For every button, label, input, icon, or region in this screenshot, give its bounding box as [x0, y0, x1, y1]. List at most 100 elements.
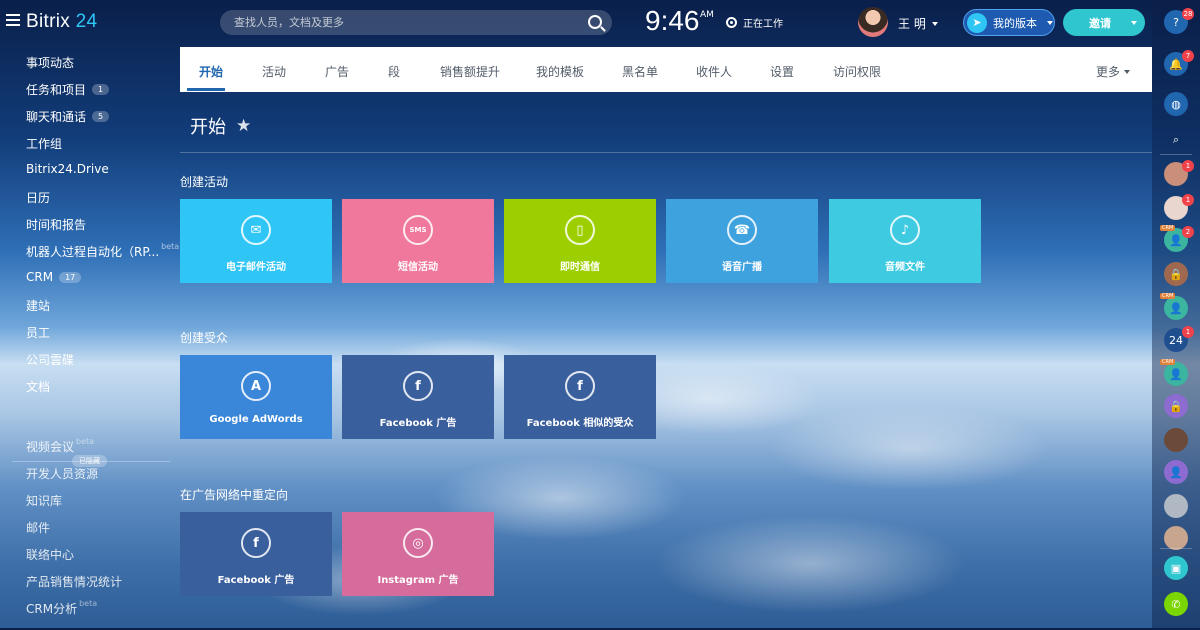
user-name: 王 明 — [898, 17, 926, 31]
adwords-icon: A — [241, 371, 271, 401]
contact-avatar[interactable] — [1164, 526, 1188, 550]
user-menu[interactable]: 王 明 — [898, 15, 938, 32]
contact-center-icon[interactable]: ▣ — [1164, 556, 1188, 580]
sidebar-item-label: 机器人过程自动化（RP... — [26, 245, 160, 259]
sidebar-item-label: 联络中心 — [26, 548, 75, 562]
sidebar-item-label: 产品销售情况统计 — [26, 575, 123, 589]
search-icon[interactable] — [588, 15, 602, 29]
sidebar-item[interactable]: 任务和项目 1 — [26, 81, 110, 98]
tab-item[interactable]: 段 — [388, 63, 400, 80]
search-icon[interactable]: ⌕ — [1164, 128, 1188, 152]
tile-label: Facebook 相似的受众 — [526, 418, 634, 429]
sidebar-item[interactable]: 时间和报告 — [26, 216, 86, 233]
lock-icon[interactable]: 🔒 — [1164, 262, 1188, 286]
tab-more[interactable]: 更多 — [1096, 63, 1130, 80]
tab-item[interactable]: 黑名单 — [622, 63, 658, 80]
facebook-icon: f — [241, 528, 271, 558]
tile-label: Instagram 广告 — [377, 575, 459, 586]
action-tile[interactable]: f Facebook 相似的受众 — [504, 355, 656, 439]
sidebar-item-label: 邮件 — [26, 521, 51, 535]
invite-button[interactable]: 邀请 — [1063, 9, 1145, 36]
action-tile[interactable]: ▯ 即时通信 — [504, 199, 656, 283]
tab-item[interactable]: 销售额提升 — [440, 63, 500, 80]
sidebar-item[interactable]: CRM 17 — [26, 270, 82, 284]
tile-label: 短信活动 — [398, 262, 438, 273]
tab-item[interactable]: 收件人 — [696, 63, 732, 80]
clock-ampm: AM — [700, 10, 714, 20]
tab-item[interactable]: 我的模板 — [536, 63, 584, 80]
action-tile[interactable]: ◎ Instagram 广告 — [342, 512, 494, 596]
sidebar-item[interactable]: Bitrix24.Drive — [26, 162, 109, 176]
sidebar-item-counter: 1 — [92, 84, 110, 95]
unread-badge: 7 — [1182, 50, 1194, 62]
sidebar-item[interactable]: 日历 — [26, 189, 50, 206]
sidebar-item-label: 时间和报告 — [26, 218, 87, 232]
action-tile[interactable]: A Google AdWords — [180, 355, 332, 439]
audio-icon: ♪ — [890, 215, 920, 245]
my-plan-button[interactable]: ➤ 我的版本 — [963, 9, 1055, 36]
action-tile[interactable]: ✉ 电子邮件活动 — [180, 199, 332, 283]
sidebar-item[interactable]: 机器人过程自动化（RP... beta — [26, 242, 180, 260]
divider — [180, 152, 1152, 153]
tab-item[interactable]: 访问权限 — [833, 63, 881, 80]
sidebar-item[interactable]: 文档 — [26, 378, 50, 395]
sidebar-item[interactable]: 聊天和通话 5 — [26, 108, 110, 125]
sidebar-hidden-item[interactable]: 联络中心 — [26, 546, 74, 563]
sidebar-hidden-item[interactable]: 邮件 — [26, 519, 50, 536]
user-avatar[interactable] — [858, 7, 888, 37]
star-icon[interactable]: ★ — [236, 116, 251, 136]
sidebar-item[interactable]: 公司雲碟 — [26, 351, 74, 368]
unread-badge: 1 — [1182, 326, 1194, 338]
search-box[interactable] — [220, 10, 612, 35]
action-tile[interactable]: ☎ 语音广播 — [666, 199, 818, 283]
section-title: 创建活动 — [180, 175, 229, 189]
tab-item[interactable]: 开始 — [199, 63, 223, 80]
menu-toggle-icon[interactable] — [6, 14, 20, 26]
sidebar-item[interactable]: 工作组 — [26, 135, 62, 152]
active-tab-indicator — [187, 88, 225, 91]
logo[interactable]: Bitrix 24 — [26, 11, 97, 33]
work-status-label: 正在工作 — [743, 19, 783, 30]
sidebar-hidden-item[interactable]: 开发人员资源 — [26, 465, 98, 482]
user-icon[interactable]: 👤 — [1164, 460, 1188, 484]
action-tile[interactable]: f Facebook 广告 — [180, 512, 332, 596]
chevron-down-icon[interactable] — [1131, 20, 1137, 25]
sidebar-item-counter: 5 — [92, 111, 110, 122]
unread-badge: 1 — [1182, 194, 1194, 206]
action-tile[interactable]: f Facebook 广告 — [342, 355, 494, 439]
unread-badge: 28 — [1182, 8, 1194, 20]
beta-badge: beta — [76, 437, 95, 446]
tab-item[interactable]: 活动 — [262, 63, 286, 80]
lock-icon[interactable]: 🔒 — [1164, 394, 1188, 418]
chevron-down-icon — [931, 21, 938, 26]
tab-item[interactable]: 设置 — [770, 63, 794, 80]
tile-label: Google AdWords — [209, 414, 303, 425]
contact-avatar[interactable] — [1164, 494, 1188, 518]
contact-avatar[interactable] — [1164, 428, 1188, 452]
contact-avatar[interactable]: 👤 — [1164, 296, 1188, 320]
tab-more-label: 更多 — [1095, 65, 1120, 79]
sidebar-hidden-item[interactable]: 产品销售情况统计 — [26, 573, 122, 590]
sidebar-item[interactable]: 员工 — [26, 324, 50, 341]
section-title: 在广告网络中重定向 — [180, 488, 289, 502]
tab-item[interactable]: 广告 — [325, 63, 349, 80]
action-tile[interactable]: SMS 短信活动 — [342, 199, 494, 283]
contact-avatar[interactable]: 👤 — [1164, 362, 1188, 386]
sidebar-hidden-item[interactable]: CRM分析 beta — [26, 599, 97, 617]
sidebar-hidden-item[interactable]: 知识库 — [26, 492, 62, 509]
tile-label: Facebook 广告 — [217, 575, 295, 586]
sidebar-item[interactable]: 事项动态 — [26, 54, 74, 71]
action-tile[interactable]: ♪ 音频文件 — [829, 199, 981, 283]
phone-call-icon[interactable]: ✆ — [1164, 592, 1188, 616]
my-plan-label: 我的版本 — [993, 16, 1037, 30]
chat-list-icon[interactable]: ◍ — [1164, 92, 1188, 116]
sidebar-item-label: Bitrix24.Drive — [26, 162, 109, 176]
search-input[interactable] — [220, 10, 578, 35]
sidebar-item[interactable]: 建站 — [26, 297, 50, 314]
clock[interactable]: 9:46 — [645, 5, 700, 37]
sidebar-hidden-item[interactable]: 视频会议 beta — [26, 437, 95, 455]
beta-badge: beta — [161, 242, 180, 251]
sidebar-item-label: 公司雲碟 — [26, 353, 75, 367]
work-status[interactable]: 正在工作 — [726, 15, 783, 30]
chevron-down-icon — [1124, 69, 1130, 74]
